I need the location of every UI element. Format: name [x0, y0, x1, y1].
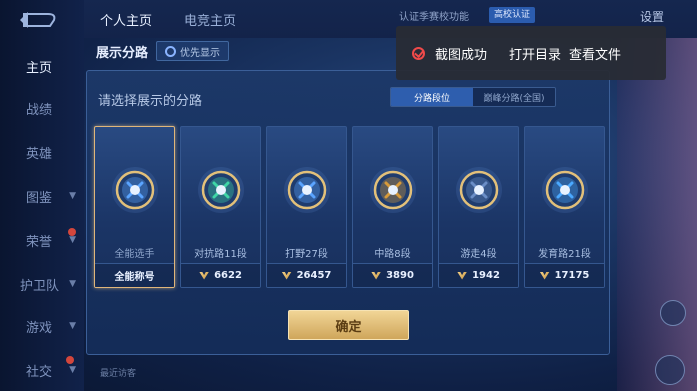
- lane-card[interactable]: 打野27段 26457: [266, 126, 347, 288]
- sidebar-item-label: 图鉴: [26, 190, 53, 206]
- lane-score: 26457: [267, 263, 346, 287]
- score-value: 26457: [296, 270, 332, 281]
- score-value: 6622: [214, 270, 242, 281]
- score-value: 1942: [472, 270, 500, 281]
- open-directory-link[interactable]: 打开目录: [509, 44, 561, 63]
- toast-message: 截图成功: [435, 47, 488, 63]
- sidebar-item-label: 主页: [26, 60, 53, 76]
- lane-card[interactable]: 全能选手 全能称号: [94, 126, 175, 288]
- sidebar: 主页 战绩 英雄 图鉴 ▼ 荣誉 ▼ 护卫队 ▼ 游戏 ▼ 社交 ▼: [0, 0, 84, 391]
- select-prompt: 请选择展示的分路: [98, 94, 203, 109]
- notification-dot: [68, 228, 76, 236]
- sidebar-item-label: 战绩: [26, 102, 53, 118]
- shortcut-icon[interactable]: [655, 355, 685, 385]
- farm-lane-emblem-icon: [541, 167, 588, 213]
- lane-card[interactable]: 中路8段 3890: [352, 126, 433, 288]
- lane-label: 对抗路11段: [194, 249, 247, 260]
- verify-link[interactable]: 认证季赛校功能: [399, 8, 469, 23]
- sidebar-item-catalog[interactable]: 图鉴 ▼: [0, 178, 84, 214]
- sidebar-item-label: 荣誉: [26, 234, 53, 250]
- chevron-down-icon: ▼: [69, 235, 76, 245]
- score-icon: [457, 271, 468, 280]
- school-badge[interactable]: 高校认证: [489, 7, 536, 23]
- lane-label: 全能选手: [114, 249, 155, 260]
- score-value: 3890: [386, 270, 414, 281]
- back-logo-icon[interactable]: [18, 8, 60, 30]
- score-icon: [371, 271, 382, 280]
- mid-lane-emblem-icon: [369, 167, 416, 213]
- confirm-button[interactable]: 确定: [288, 310, 409, 340]
- view-file-link[interactable]: 查看文件: [569, 44, 621, 63]
- chevron-down-icon: ▼: [69, 321, 76, 331]
- priority-display-button[interactable]: 优先显示: [156, 41, 230, 61]
- tab-lane-rank[interactable]: 分路段位: [391, 88, 473, 106]
- tab-esports-home[interactable]: 电竞主页: [184, 10, 236, 29]
- clash-lane-emblem-icon: [197, 167, 244, 213]
- sidebar-item-label: 英雄: [26, 146, 53, 162]
- screenshot-toast: 截图成功 打开目录 查看文件: [396, 26, 666, 80]
- function-icon[interactable]: [660, 300, 686, 326]
- chevron-down-icon: ▼: [69, 365, 76, 375]
- notification-dot: [66, 356, 74, 364]
- tab-personal-home[interactable]: 个人主页: [100, 10, 152, 29]
- score-value: 17175: [554, 270, 590, 281]
- sidebar-item-record[interactable]: 战绩: [0, 90, 84, 126]
- score-icon: [539, 271, 550, 280]
- lane-score: 1942: [439, 263, 518, 287]
- priority-label: 优先显示: [180, 47, 221, 59]
- check-circle-icon: [412, 46, 425, 60]
- chevron-down-icon: ▼: [69, 191, 76, 201]
- lane-score: 6622: [181, 263, 260, 287]
- gear-icon: [165, 45, 177, 57]
- sidebar-item-label: 社交: [26, 364, 53, 380]
- sidebar-item-home[interactable]: 主页: [0, 48, 84, 84]
- lane-score: 全能称号: [95, 263, 174, 287]
- sidebar-item-guard[interactable]: 护卫队 ▼: [0, 266, 84, 302]
- lane-card[interactable]: 游走4段 1942: [438, 126, 519, 288]
- score-icon: [199, 271, 210, 280]
- chevron-down-icon: ▼: [69, 279, 76, 289]
- jungle-emblem-icon: [283, 167, 330, 213]
- score-icon: [281, 271, 292, 280]
- panel-title: 展示分路: [96, 45, 149, 61]
- sidebar-item-label: 游戏: [26, 320, 53, 336]
- lane-label: 发育路21段: [538, 249, 591, 260]
- sidebar-item-heroes[interactable]: 英雄: [0, 134, 84, 170]
- lane-label: 中路8段: [374, 249, 411, 260]
- lane-score: 17175: [525, 263, 604, 287]
- panel-header: 展示分路 优先显示: [90, 38, 230, 64]
- lane-label: 打野27段: [285, 249, 328, 260]
- roam-emblem-icon: [455, 167, 502, 213]
- sidebar-item-label: 护卫队: [20, 278, 60, 294]
- tab-peak-lane[interactable]: 巅峰分路(全国): [473, 88, 555, 106]
- lane-label: 游走4段: [460, 249, 497, 260]
- score-value: 全能称号: [114, 272, 155, 283]
- lane-card[interactable]: 对抗路11段 6622: [180, 126, 261, 288]
- recent-visitors-label: 最近访客: [100, 369, 137, 379]
- settings-button[interactable]: 设置: [640, 8, 664, 25]
- all-round-emblem-icon: [111, 167, 158, 213]
- sidebar-item-game[interactable]: 游戏 ▼: [0, 308, 84, 344]
- lane-score: 3890: [353, 263, 432, 287]
- lane-card[interactable]: 发育路21段 17175: [524, 126, 605, 288]
- segment-toggle: 分路段位 巅峰分路(全国): [390, 87, 556, 107]
